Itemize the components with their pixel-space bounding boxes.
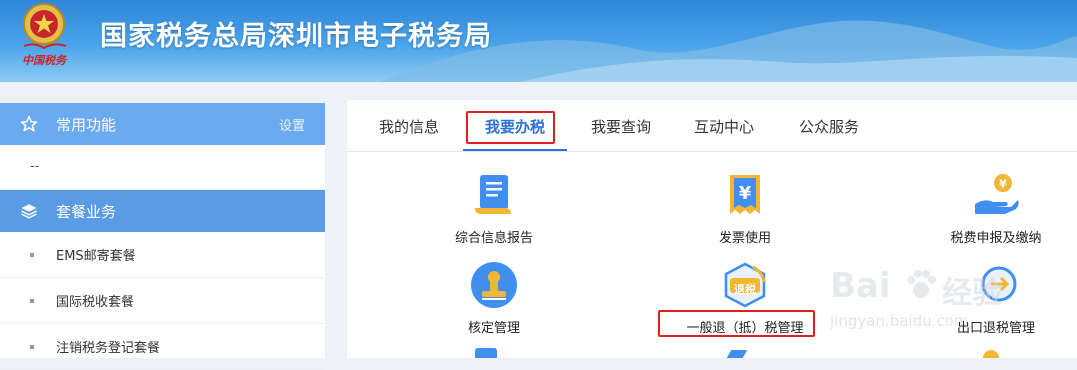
partial-service-icon — [475, 348, 497, 358]
site-title: 国家税务总局深圳市电子税务局 — [100, 21, 492, 52]
export-refund-icon — [971, 260, 1021, 310]
sidebar-item-label: EMS邮寄套餐 — [56, 249, 136, 264]
tab-tax-handling[interactable]: 我要办税 — [463, 100, 567, 151]
sidebar-item-ems-package[interactable]: EMS邮寄套餐 — [0, 232, 325, 278]
sidebar-item-deregistration-package[interactable]: 注销税务登记套餐 — [0, 324, 325, 370]
tab-my-info[interactable]: 我的信息 — [365, 100, 453, 151]
service-label: 综合信息报告 — [454, 231, 533, 246]
service-general-refund-management[interactable]: 退税 一般退（抵）税管理 — [660, 260, 830, 336]
sidebar-item-label: 国际税收套餐 — [56, 295, 135, 310]
bullet-icon — [30, 344, 34, 349]
tab-bar: 我的信息 我要办税 我要查询 互动中心 公众服务 — [347, 100, 1077, 152]
svg-text:¥: ¥ — [999, 178, 1007, 191]
site-header: 中国税务 国家税务总局深圳市电子税务局 — [0, 0, 1077, 82]
bullet-icon — [30, 298, 34, 303]
tax-emblem-logo: 中国税务 — [14, 2, 82, 76]
sidebar-section-label: 套餐业务 — [56, 202, 117, 221]
partial-service-icon — [983, 350, 999, 358]
sidebar: 常用功能 设置 -- 套餐业务 EMS邮寄套餐 国际税收套餐 注销税务登记套餐 — [0, 103, 325, 370]
stamp-icon — [469, 260, 519, 310]
sidebar-item-label: 注销税务登记套餐 — [56, 341, 161, 356]
sidebar-section-label: 常用功能 — [56, 115, 117, 134]
tab-public-service[interactable]: 公众服务 — [785, 100, 873, 151]
refund-icon-text: 退税 — [734, 283, 756, 296]
favorites-empty-text: -- — [0, 145, 325, 190]
invoice-yuan-icon: ¥ — [720, 170, 770, 220]
service-invoice-use[interactable]: ¥ 发票使用 — [660, 170, 830, 246]
bullet-icon — [30, 252, 34, 257]
service-label: 税费申报及缴纳 — [950, 231, 1042, 246]
tab-query[interactable]: 我要查询 — [577, 100, 665, 151]
service-label: 发票使用 — [718, 231, 771, 246]
service-export-refund-management[interactable]: 出口退税管理 — [911, 260, 1077, 336]
svg-text:¥: ¥ — [739, 183, 752, 204]
sidebar-section-packages[interactable]: 套餐业务 — [0, 190, 325, 232]
service-label: 核定管理 — [467, 321, 520, 336]
tax-refund-icon: 退税 — [720, 260, 770, 310]
document-report-icon — [469, 170, 519, 220]
settings-link[interactable]: 设置 — [279, 115, 305, 134]
layers-icon — [18, 200, 40, 222]
service-tax-declaration-payment[interactable]: ¥ 税费申报及缴纳 — [911, 170, 1077, 246]
service-comprehensive-report[interactable]: 综合信息报告 — [409, 170, 579, 246]
service-label: 出口退税管理 — [956, 321, 1035, 336]
main-panel: 我的信息 我要办税 我要查询 互动中心 公众服务 综合信息报告 ¥ 发票使用 ¥… — [347, 100, 1077, 358]
hand-coin-icon: ¥ — [971, 170, 1021, 220]
sidebar-item-international-tax-package[interactable]: 国际税收套餐 — [0, 278, 325, 324]
partial-service-icon — [726, 350, 748, 358]
emblem-text: 中国税务 — [22, 54, 66, 67]
sidebar-section-favorites[interactable]: 常用功能 设置 — [0, 103, 325, 145]
service-assessment-management[interactable]: 核定管理 — [409, 260, 579, 336]
tab-interaction-center[interactable]: 互动中心 — [680, 100, 768, 151]
service-label: 一般退（抵）税管理 — [686, 321, 804, 336]
star-icon — [18, 113, 40, 135]
